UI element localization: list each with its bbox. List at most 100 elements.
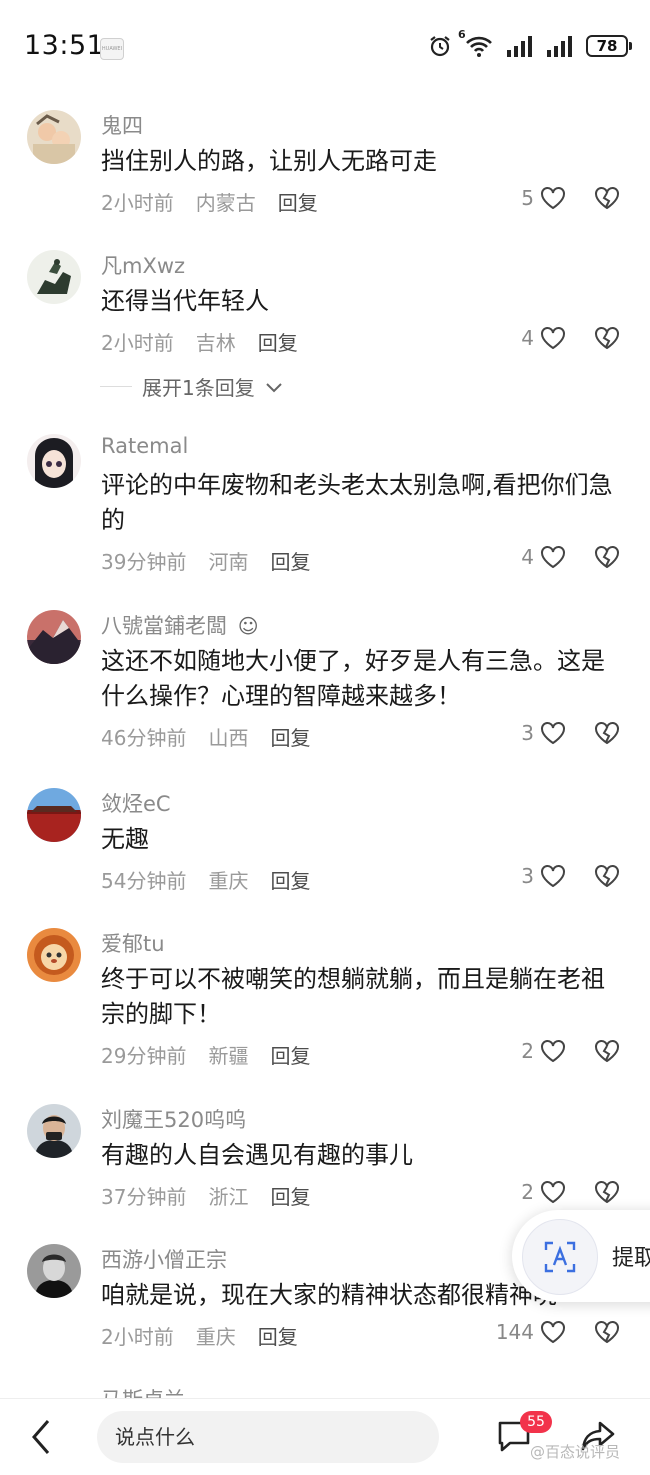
dislike-button[interactable] — [594, 1180, 620, 1208]
heart-outline-icon — [541, 1040, 565, 1063]
comment-text: 还得当代年轻人 — [101, 287, 269, 315]
dislike-button[interactable] — [594, 1320, 620, 1348]
avatar[interactable] — [27, 110, 81, 164]
avatar[interactable] — [27, 250, 81, 304]
dislike-button[interactable] — [594, 864, 620, 892]
heart-outline-icon — [541, 187, 565, 210]
wifi-6-label: 6 — [458, 28, 466, 41]
dislike-button[interactable] — [594, 545, 620, 573]
like-button[interactable]: 2 — [521, 1180, 566, 1204]
comment-input[interactable] — [97, 1411, 415, 1463]
like-count: 2 — [521, 1039, 534, 1063]
reply-button[interactable]: 回复 — [270, 869, 310, 893]
avatar[interactable] — [27, 610, 81, 664]
heart-outline-icon — [541, 722, 565, 745]
dislike-button[interactable] — [594, 721, 620, 749]
comment-username[interactable]: 西游小僧正宗 — [101, 1244, 227, 1274]
avatar[interactable] — [27, 1104, 81, 1158]
extract-text-button[interactable]: 提取 — [512, 1210, 650, 1302]
comment-text: 这还不如随地大小便了，好歹是人有三急。这是什么操作？心理的智障越来越多！ — [101, 647, 605, 710]
comment-time: 2小时前 — [101, 191, 174, 215]
chevron-left-icon — [32, 1420, 50, 1454]
comment-meta: 46分钟前 山西 回复 — [101, 722, 332, 751]
extract-label: 提取 — [612, 1246, 650, 1271]
like-button[interactable]: 4 — [521, 545, 566, 569]
broken-heart-icon — [595, 1181, 619, 1204]
like-count: 4 — [521, 545, 534, 569]
signal-icon-2 — [546, 35, 574, 57]
ghost-emoji-icon: ☺ — [237, 614, 259, 638]
username-text: 八號當鋪老闆 — [101, 614, 227, 638]
like-count: 3 — [521, 864, 534, 888]
heart-outline-icon — [541, 327, 565, 350]
comment-location: 吉林 — [195, 331, 236, 355]
reply-button[interactable]: 回复 — [270, 726, 310, 750]
comment-location: 重庆 — [208, 869, 249, 893]
comment-meta: 54分钟前 重庆 回复 — [101, 865, 332, 894]
comment-username[interactable]: 凡mXwz — [101, 250, 185, 280]
comment-username[interactable]: 八號當鋪老闆 ☺ — [101, 610, 259, 640]
comment-text: 有趣的人自会遇见有趣的事儿 — [101, 1141, 413, 1169]
broken-heart-icon — [595, 1040, 619, 1063]
comment-location: 重庆 — [195, 1325, 236, 1349]
comment-location: 内蒙古 — [195, 191, 256, 215]
broken-heart-icon — [595, 546, 619, 569]
comment-username[interactable]: 爱郁tu — [101, 928, 165, 958]
comment-time: 39分钟前 — [101, 550, 187, 574]
like-button[interactable]: 4 — [521, 326, 566, 350]
comment-text: 评论的中年废物和老头老太太别急啊,看把你们急的 — [101, 471, 613, 534]
chevron-down-icon — [266, 382, 282, 392]
comment-username[interactable]: 鬼四 — [101, 110, 143, 140]
reply-button[interactable]: 回复 — [270, 1185, 310, 1209]
like-button[interactable]: 5 — [521, 186, 566, 210]
reply-button[interactable]: 回复 — [270, 550, 310, 574]
comment-count-badge: 55 — [520, 1411, 552, 1433]
status-time: 13:51 — [24, 30, 105, 61]
comment-meta: 29分钟前 新疆 回复 — [101, 1040, 332, 1069]
comment-meta: 2小时前 内蒙古 回复 — [101, 187, 340, 216]
comment-time: 37分钟前 — [101, 1185, 187, 1209]
comment-input-box[interactable] — [97, 1411, 439, 1463]
like-count: 4 — [521, 326, 534, 350]
comment-time: 2小时前 — [101, 331, 174, 355]
reply-button[interactable]: 回复 — [278, 191, 318, 215]
reply-button[interactable]: 回复 — [258, 1325, 298, 1349]
back-button[interactable] — [30, 1419, 52, 1459]
like-button[interactable]: 2 — [521, 1039, 566, 1063]
broken-heart-icon — [595, 187, 619, 210]
expand-replies-label: 展开1条回复 — [142, 376, 255, 400]
expand-replies-button[interactable]: 展开1条回复 — [100, 372, 283, 401]
broken-heart-icon — [595, 1321, 619, 1344]
status-bar: 13:51 HUAWEI 6 78 — [0, 0, 650, 96]
like-button[interactable]: 3 — [521, 721, 566, 745]
bottom-bar: 55 @百态说评员 — [0, 1398, 650, 1475]
avatar[interactable] — [27, 928, 81, 982]
comment-time: 46分钟前 — [101, 726, 187, 750]
comment-time: 54分钟前 — [101, 869, 187, 893]
dislike-button[interactable] — [594, 1039, 620, 1067]
comment-username[interactable]: 刘魔王520呜呜 — [101, 1104, 246, 1134]
dislike-button[interactable] — [594, 186, 620, 214]
comment-time: 29分钟前 — [101, 1044, 187, 1068]
heart-outline-icon — [541, 546, 565, 569]
avatar[interactable] — [27, 1244, 81, 1298]
text-recognition-icon — [522, 1219, 598, 1295]
comment-text: 终于可以不被嘲笑的想躺就躺，而且是躺在老祖宗的脚下！ — [101, 965, 605, 1028]
comment-username[interactable]: Ratemal — [101, 434, 188, 458]
alarm-icon — [428, 34, 452, 58]
like-button[interactable]: 144 — [496, 1320, 566, 1344]
like-count: 3 — [521, 721, 534, 745]
broken-heart-icon — [595, 722, 619, 745]
like-count: 144 — [495, 1320, 534, 1344]
reply-button[interactable]: 回复 — [270, 1044, 310, 1068]
comment-username[interactable]: 敛烃eC — [101, 788, 171, 818]
heart-outline-icon — [541, 1181, 565, 1204]
dislike-button[interactable] — [594, 326, 620, 354]
comment-meta: 39分钟前 河南 回复 — [101, 546, 332, 575]
avatar[interactable] — [27, 434, 81, 488]
reply-button[interactable]: 回复 — [258, 331, 298, 355]
avatar[interactable] — [27, 788, 81, 842]
huawei-brand-icon: HUAWEI — [100, 38, 124, 60]
like-button[interactable]: 3 — [521, 864, 566, 888]
comment-location: 河南 — [208, 550, 249, 574]
